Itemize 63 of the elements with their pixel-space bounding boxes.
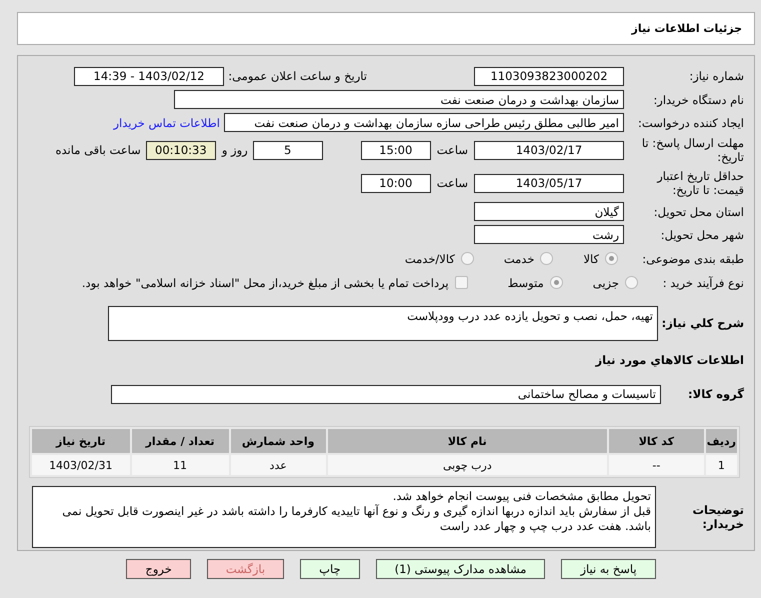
action-button[interactable]: خروج xyxy=(126,559,191,579)
radio-button[interactable] xyxy=(460,252,474,265)
announce-date-field: 1403/02/12 - 14:39 xyxy=(74,66,224,86)
field-label: طبقه بندی موضوعی: xyxy=(641,252,744,266)
radio-button[interactable] xyxy=(625,276,638,289)
province-field: گیلان xyxy=(474,202,624,221)
radio-label: خدمت xyxy=(504,252,534,266)
checkbox-label: پرداخت تمام یا بخشی از مبلغ خرید،از محل "اسناد خزانه اسلامی" خواهد بود. xyxy=(82,276,449,290)
column-header: ردیف xyxy=(706,429,737,453)
description-field: تهیه، حمل، نصب و تحویل یازده عدد درب وودپلاست xyxy=(108,306,658,340)
buyer-field: سازمان بهداشت و درمان صنعت نفت xyxy=(174,90,624,109)
field-label: نام دستگاه خریدار: xyxy=(652,92,744,106)
field-label: شهر محل تحویل: xyxy=(660,228,744,242)
field-label: تاریخ و ساعت اعلان عمومی: xyxy=(227,69,367,83)
radio-label: متوسط xyxy=(508,276,544,290)
column-header: نام کالا xyxy=(328,429,607,453)
radio-label: جزیی xyxy=(592,276,619,290)
radio-label: کالا/خدمت xyxy=(404,252,455,266)
table-cell: 1 xyxy=(706,455,737,475)
days-field: 5 xyxy=(252,140,323,160)
field-label: استان محل تحویل: xyxy=(652,204,744,218)
field-label: شرح کلي نیاز: xyxy=(660,316,744,330)
time-label: ساعت xyxy=(436,176,468,190)
field-label: نوع فرآیند خرید : xyxy=(662,276,744,290)
column-header: واحد شمارش xyxy=(230,429,326,453)
section-heading: اطلاعات کالاهاي مورد نیاز xyxy=(596,353,744,367)
table-cell: -- xyxy=(608,455,704,475)
time-label: ساعت xyxy=(436,143,468,157)
action-button[interactable]: چاپ xyxy=(300,559,360,579)
action-button[interactable]: پاسخ به نیاز xyxy=(561,559,656,579)
column-header: تاریخ نیاز xyxy=(32,429,130,453)
page-title: جزئیات اطلاعات نیاز xyxy=(632,22,742,35)
table-cell: 1403/02/31 xyxy=(32,455,130,475)
remaining-time-field: 00:10:33 xyxy=(146,140,216,160)
remaining-label: ساعت باقی مانده xyxy=(56,143,141,157)
creator-field: امیر طالبی مطلق رئیس طراحی سازه سازمان بهداشت و درمان صنعت نفت xyxy=(224,113,624,132)
city-field: رشت xyxy=(474,225,624,244)
deadline-time-field: 15:00 xyxy=(360,140,431,160)
field-label: توضیحات خریدار: xyxy=(692,503,744,531)
action-button[interactable]: مشاهده مدارک پیوستی (1) xyxy=(376,559,546,579)
buyer-notes-field: تحویل مطابق مشخصات فنی پیوست انجام خواهد شد. قبل از سفارش باید اندازه دربها اندازه گیری و رنگ و نوع آنها تاییدیه کارفرما را داشته باشد در غیر اینصورت قابل تحویل نمی باشد. هفت عدد درب چپ و چهار عدد راست xyxy=(32,486,656,548)
table-cell: عدد xyxy=(230,455,326,475)
radio-button[interactable] xyxy=(540,252,554,265)
column-header: تعداد / مقدار xyxy=(132,429,229,453)
radio-button[interactable] xyxy=(605,252,618,265)
checkbox[interactable] xyxy=(454,276,468,289)
column-header: کد کالا xyxy=(608,429,704,453)
table-cell: 11 xyxy=(132,455,229,475)
table-cell: درب چوبی xyxy=(328,455,607,475)
field-label: حداقل تاریخ اعتبار قیمت: تا تاریخ: xyxy=(656,169,744,197)
radio-label: کالا xyxy=(583,252,599,266)
buyer-contact-link[interactable]: اطلاعات تماس خریدار xyxy=(113,116,220,130)
field-label: شماره نیاز: xyxy=(688,69,744,83)
field-label: ایجاد کننده درخواست: xyxy=(637,116,744,130)
validity-time-field: 10:00 xyxy=(360,174,431,192)
field-label: گروه کالا: xyxy=(687,387,744,401)
deadline-date-field: 1403/02/17 xyxy=(474,140,624,160)
radio-button[interactable] xyxy=(550,276,563,289)
goods-group-field: تاسیسات و مصالح ساختمانی xyxy=(111,384,661,404)
days-label: روز و xyxy=(222,143,248,157)
field-label: مهلت ارسال پاسخ: تا تاریخ: xyxy=(640,136,744,164)
need-number-field: 1103093823000202 xyxy=(474,66,624,86)
validity-date-field: 1403/05/17 xyxy=(474,174,624,192)
